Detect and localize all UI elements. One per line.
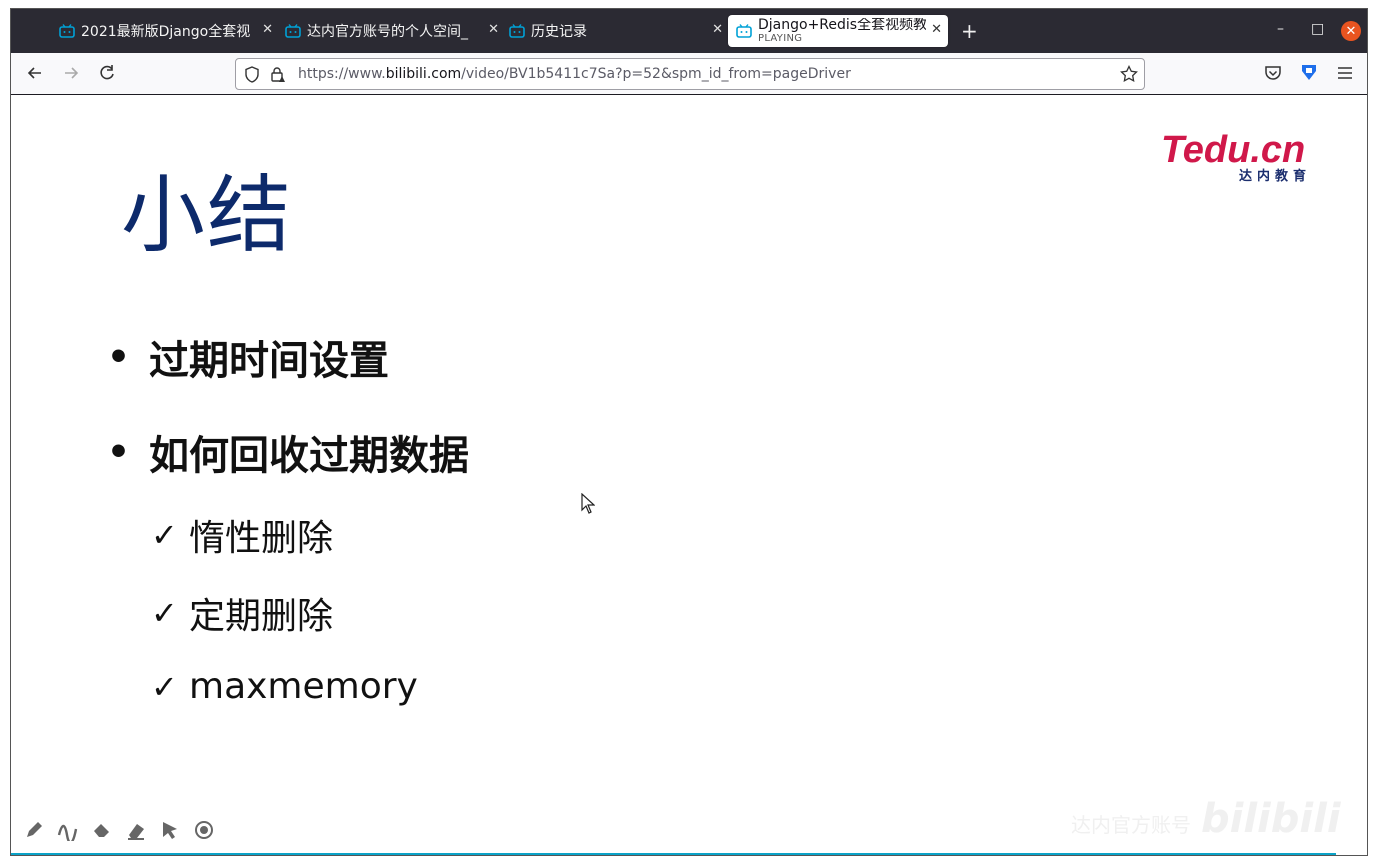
close-tab-icon[interactable]: ✕ <box>712 22 723 37</box>
mouse-cursor-icon <box>581 493 595 514</box>
new-tab-button[interactable]: + <box>961 19 978 43</box>
url-text: https://www.bilibili.com/video/BV1b5411c… <box>298 66 851 82</box>
check-text: 定期删除 <box>189 596 334 637</box>
url-bar[interactable]: https://www.bilibili.com/video/BV1b5411c… <box>235 58 1145 90</box>
close-tab-icon[interactable]: ✕ <box>262 22 273 37</box>
check-item: ✓ 惰性删除 <box>151 509 333 561</box>
tab-label: 历史记录 <box>531 24 587 40</box>
bilibili-icon <box>509 24 525 38</box>
forward-icon[interactable] <box>61 63 81 83</box>
tab-label: Django+Redis全套视频教 <box>758 17 926 33</box>
browser-window: 2021最新版Django全套视 ✕ 达内官方账号的个人空间_ ✕ 历史记录 ✕ <box>10 8 1368 856</box>
logo-text: Tedu.cn <box>1161 129 1305 171</box>
tab-playing-status: PLAYING <box>758 33 803 45</box>
pointer-icon[interactable] <box>159 819 181 841</box>
bookmark-star-icon[interactable] <box>1120 65 1138 83</box>
check-text: maxmemory <box>189 666 418 707</box>
check-mark-icon: ✓ <box>151 667 178 706</box>
menu-icon[interactable] <box>1335 63 1355 83</box>
nav-bar: https://www.bilibili.com/video/BV1b5411c… <box>11 53 1367 95</box>
curve-icon[interactable] <box>57 819 79 841</box>
close-tab-icon[interactable]: ✕ <box>931 22 942 37</box>
tab-label: 达内官方账号的个人空间_ <box>307 24 468 40</box>
check-item: ✓ maxmemory <box>151 666 418 707</box>
check-text: 惰性删除 <box>189 518 334 559</box>
url-path: /video/BV1b5411c7Sa?p=52&spm_id_from=pag… <box>461 66 851 82</box>
tab-label: 2021最新版Django全套视 <box>81 24 251 40</box>
shield-icon[interactable] <box>244 66 260 83</box>
bullet-item: • 如何回收过期数据 <box>107 423 469 481</box>
pen-icon[interactable] <box>23 819 45 841</box>
highlighter-icon[interactable] <box>91 819 113 841</box>
check-item: ✓ 定期删除 <box>151 587 333 639</box>
bilibili-icon <box>736 24 752 38</box>
back-icon[interactable] <box>25 63 45 83</box>
close-window-button[interactable]: ✕ <box>1341 21 1361 41</box>
slide-title: 小结 <box>121 166 294 264</box>
pocket-icon[interactable] <box>1263 63 1283 83</box>
bullet-text: 过期时间设置 <box>149 338 389 384</box>
watermark-text: 达内官方账号 <box>1071 813 1191 837</box>
check-mark-icon: ✓ <box>151 516 178 554</box>
progress-line <box>11 853 1336 855</box>
reload-icon[interactable] <box>97 63 117 83</box>
bilibili-icon <box>59 24 75 38</box>
record-icon[interactable] <box>193 819 215 841</box>
tab-history[interactable]: 历史记录 ✕ <box>501 15 723 47</box>
bullet-dot: • <box>107 431 131 473</box>
annotation-toolbar <box>23 819 215 841</box>
close-tab-icon[interactable]: ✕ <box>488 22 499 37</box>
watermark-brand: bilibili <box>1201 796 1341 842</box>
video-slide[interactable]: 小结 Tedu.cn 达内教育 • 过期时间设置 • 如何回收过期数据 ✓ 惰性… <box>11 96 1367 855</box>
tab-tedu-space[interactable]: 达内官方账号的个人空间_ ✕ <box>277 15 499 47</box>
minimize-icon[interactable]: – <box>1277 21 1284 37</box>
tab-django-series[interactable]: 2021最新版Django全套视 ✕ <box>51 15 273 47</box>
url-prefix: https://www. <box>298 66 386 82</box>
bullet-text: 如何回收过期数据 <box>149 433 469 479</box>
url-host: bilibili.com <box>385 66 462 82</box>
tedu-logo: Tedu.cn 达内教育 <box>1161 129 1311 182</box>
bullet-dot: • <box>107 336 131 378</box>
check-mark-icon: ✓ <box>151 594 178 632</box>
logo-subtitle: 达内教育 <box>1239 168 1311 182</box>
bullet-item: • 过期时间设置 <box>107 328 389 386</box>
eraser-icon[interactable] <box>125 819 147 841</box>
tab-django-redis-active[interactable]: Django+Redis全套视频教 PLAYING ✕ <box>728 15 948 47</box>
bilibili-icon <box>285 24 301 38</box>
watermark: 达内官方账号 bilibili <box>1071 796 1341 842</box>
tab-bar: 2021最新版Django全套视 ✕ 达内官方账号的个人空间_ ✕ 历史记录 ✕ <box>11 9 1367 53</box>
extension-icon[interactable] <box>1299 63 1319 83</box>
maximize-icon[interactable]: □ <box>1311 21 1324 37</box>
lock-warning-icon[interactable] <box>270 66 286 83</box>
